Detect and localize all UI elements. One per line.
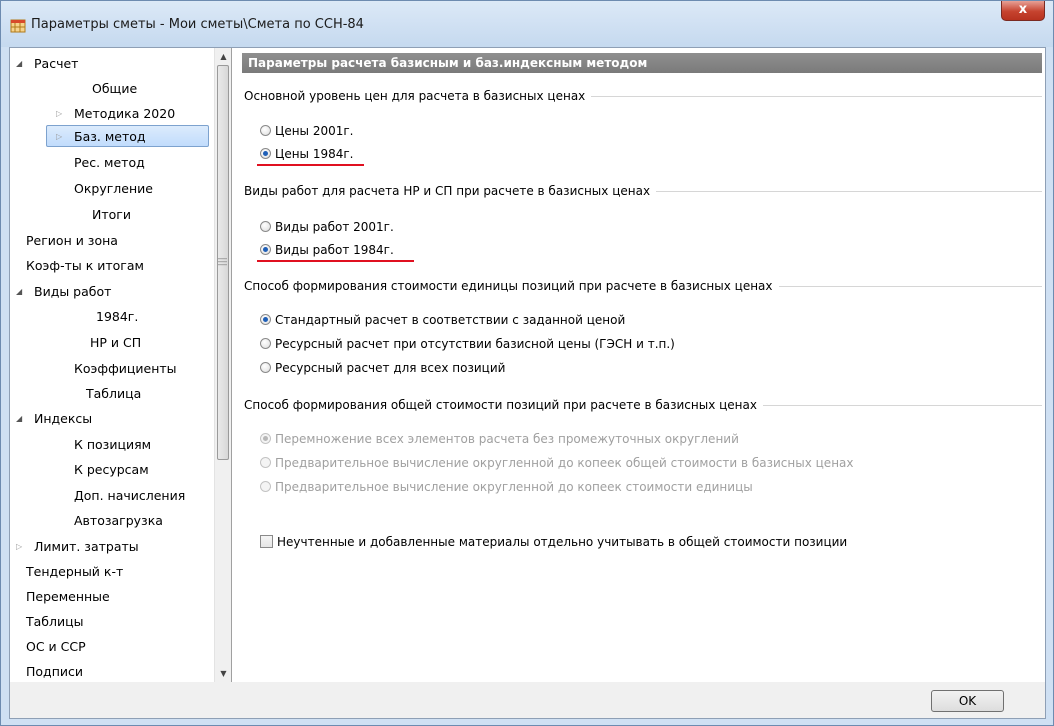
app-icon (10, 19, 26, 33)
close-icon: x (1018, 2, 1028, 17)
tree-item-dop-nachisleniya[interactable]: Доп. начисления (74, 484, 185, 508)
highlight-underline (257, 260, 414, 262)
settings-panel: Параметры расчета базисным и баз.индексн… (232, 48, 1045, 682)
expand-arrow-icon[interactable]: ◢ (16, 407, 22, 431)
highlight-underline (257, 164, 364, 166)
grip-icon: ― ― ― (218, 254, 227, 270)
tree-item-region[interactable]: Регион и зона (26, 229, 118, 253)
tree-item-podpisi[interactable]: Подписи (26, 660, 83, 682)
tree-item-tendernyi[interactable]: Тендерный к-т (26, 560, 123, 584)
radio-button[interactable] (260, 362, 271, 373)
title-bar[interactable]: Параметры сметы - Мои сметы\Смета по ССН… (1, 1, 1053, 47)
group-title-unit-cost: Способ формирования стоимости единицы по… (244, 277, 779, 295)
settings-tree: ◢ Расчет Общие ▷ Методика 2020 ▷ Баз. метод… (10, 48, 232, 682)
collapse-arrow-icon[interactable]: ▷ (16, 535, 22, 559)
tree-item-peremennye[interactable]: Переменные (26, 585, 110, 609)
radio-button[interactable] (260, 457, 271, 468)
tree-item-itogi[interactable]: Итоги (92, 203, 131, 227)
expand-arrow-icon[interactable]: ◢ (16, 280, 22, 304)
radio-button[interactable] (260, 221, 271, 232)
dialog-window: Параметры сметы - Мои сметы\Смета по ССН… (0, 0, 1054, 726)
panel-header: Параметры расчета базисным и баз.индексн… (242, 53, 1042, 73)
tree-item-koefficienty[interactable]: Коэффициенты (74, 357, 177, 381)
group-title-work-types: Виды работ для расчета НР и СП при расче… (244, 182, 657, 200)
tree-item-res-metod[interactable]: Рес. метод (74, 151, 145, 175)
radio-button-selected[interactable] (260, 244, 271, 255)
tree-item-k-poziciyam[interactable]: К позициям (74, 433, 151, 457)
close-button[interactable]: x (1001, 1, 1045, 21)
tree-item-okruglenie[interactable]: Округление (74, 177, 153, 201)
window-title: Параметры сметы - Мои сметы\Смета по ССН… (31, 17, 364, 32)
tree-item-k-resursam[interactable]: К ресурсам (74, 458, 149, 482)
expand-arrow-icon[interactable]: ◢ (16, 52, 22, 76)
tree-item-nr-sp[interactable]: НР и СП (90, 331, 141, 355)
group-title-total-cost: Способ формирования общей стоимости пози… (244, 396, 763, 414)
radio-button[interactable] (260, 125, 271, 136)
ok-button[interactable]: OK (931, 690, 1004, 712)
tree-item-avtozagruzka[interactable]: Автозагрузка (74, 509, 163, 533)
radio-button[interactable] (260, 481, 271, 492)
radio-button[interactable] (260, 338, 271, 349)
tree-item-1984[interactable]: 1984г. (96, 305, 138, 329)
tree-item-tablicy[interactable]: Таблицы (26, 610, 84, 634)
collapse-arrow-icon[interactable]: ▷ (56, 125, 62, 149)
tree-item-obshchie[interactable]: Общие (92, 77, 137, 101)
dialog-footer: OK (10, 683, 1045, 718)
scroll-down-icon[interactable]: ▼ (215, 665, 231, 682)
collapse-arrow-icon[interactable]: ▷ (56, 102, 62, 126)
tree-item-koef-itogi[interactable]: Коэф-ты к итогам (26, 254, 144, 278)
group-title-price-level: Основной уровень цен для расчета в базис… (244, 87, 592, 105)
radio-button-selected[interactable] (260, 433, 271, 444)
radio-button-selected[interactable] (260, 314, 271, 325)
scroll-up-icon[interactable]: ▲ (215, 48, 231, 65)
dialog-client-area: ◢ Расчет Общие ▷ Методика 2020 ▷ Баз. метод… (9, 47, 1046, 719)
checkbox-box[interactable] (260, 535, 273, 548)
tree-item-tablica[interactable]: Таблица (86, 382, 141, 406)
radio-button-selected[interactable] (260, 148, 271, 159)
tree-scrollbar[interactable]: ▲ ― ― ― ▼ (214, 48, 231, 682)
tree-item-os-ssr[interactable]: ОС и ССР (26, 635, 86, 659)
